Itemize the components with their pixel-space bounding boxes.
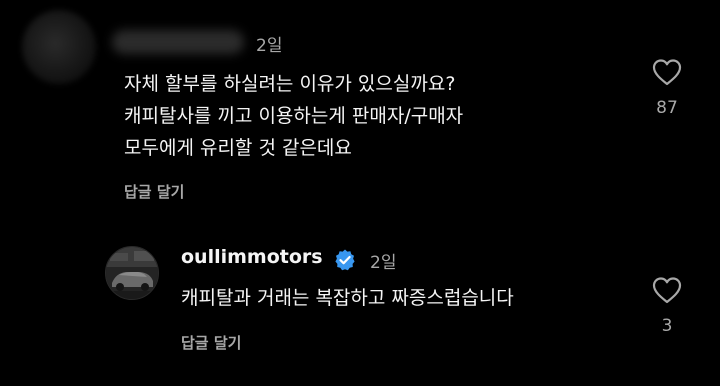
comment-time: 2일 (370, 253, 397, 273)
comment-text-line-3: 모두에게 유리할 것 같은데요 (124, 137, 352, 159)
username[interactable]: oullimmotors (181, 246, 323, 268)
avatar-car-image (106, 247, 158, 299)
verified-badge-icon (335, 249, 355, 271)
avatar-blurred[interactable] (22, 10, 96, 84)
reply-button[interactable]: 답글 달기 (124, 181, 184, 202)
comment-text-line-1: 자체 할부를 하실려는 이유가 있으실까요? (124, 73, 456, 95)
heart-icon[interactable] (651, 58, 683, 86)
username-blurred[interactable] (112, 30, 244, 54)
comment-time: 2일 (256, 36, 283, 56)
avatar[interactable] (105, 246, 159, 300)
comment-text-line-2: 캐피탈사를 끼고 이용하는게 판매자/구매자 (124, 105, 464, 127)
reply-button[interactable]: 답글 달기 (181, 332, 241, 353)
like-count: 3 (661, 316, 673, 336)
comment-text-line-1: 캐피탈과 거래는 복잡하고 짜증스럽습니다 (181, 287, 514, 309)
like-count: 87 (656, 98, 678, 118)
heart-icon[interactable] (651, 276, 683, 304)
